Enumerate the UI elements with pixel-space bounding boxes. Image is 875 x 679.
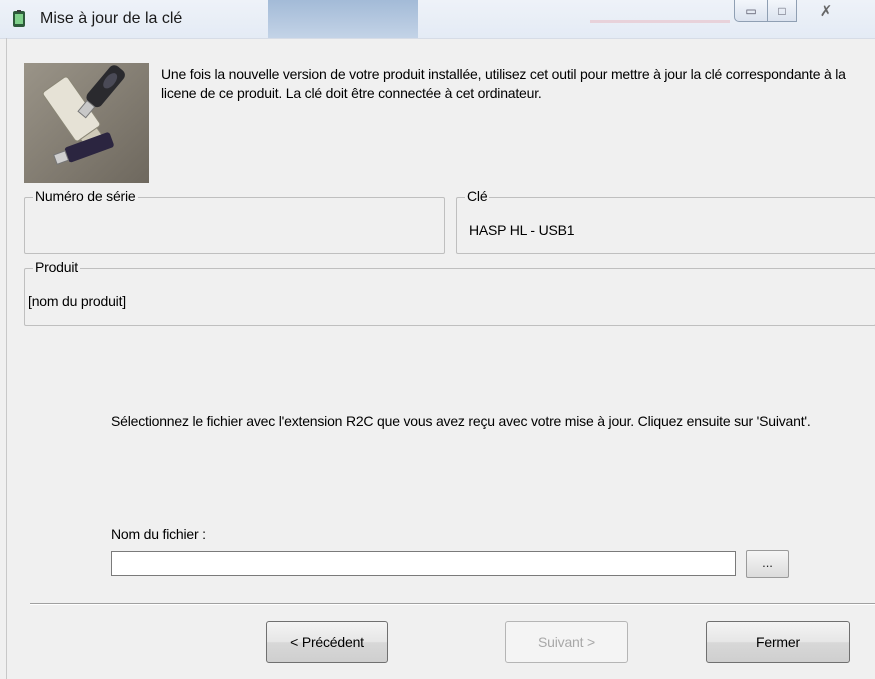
product-group: Produit [nom du produit] xyxy=(24,259,875,326)
close-window-button[interactable]: ✗ xyxy=(796,0,856,22)
instruction-text: Sélectionnez le fichier avec l'extension… xyxy=(111,413,811,429)
key-group: Clé HASP HL - USB1 xyxy=(456,188,875,254)
key-value: HASP HL - USB1 xyxy=(469,222,575,238)
file-name-label: Nom du fichier : xyxy=(111,526,206,542)
close-button[interactable]: Fermer xyxy=(706,621,850,663)
browse-button[interactable]: ... xyxy=(746,550,789,578)
background-blur xyxy=(268,0,418,38)
serial-number-group: Numéro de série xyxy=(24,188,445,254)
separator xyxy=(30,603,875,605)
background-blur-accent xyxy=(590,20,730,23)
intro-text: Une fois la nouvelle version de votre pr… xyxy=(161,66,846,101)
product-label: Produit xyxy=(33,259,80,275)
next-button[interactable]: Suivant > xyxy=(505,621,628,663)
previous-button[interactable]: < Précédent xyxy=(266,621,388,663)
title-bar[interactable]: Mise à jour de la clé ▭ □ ✗ xyxy=(0,0,875,39)
minimize-icon: ▭ xyxy=(745,3,757,18)
app-icon xyxy=(13,10,25,27)
product-value: [nom du produit] xyxy=(28,293,126,309)
window-title: Mise à jour de la clé xyxy=(40,10,183,27)
serial-number-label: Numéro de série xyxy=(33,188,138,204)
key-label: Clé xyxy=(465,188,490,204)
window-edge xyxy=(6,38,7,679)
file-name-input[interactable] xyxy=(111,551,736,576)
minimize-button[interactable]: ▭ xyxy=(734,0,768,22)
usb-dongle-photo xyxy=(24,63,149,183)
maximize-button[interactable]: □ xyxy=(767,0,797,22)
maximize-icon: □ xyxy=(778,3,786,18)
close-icon: ✗ xyxy=(819,3,833,20)
